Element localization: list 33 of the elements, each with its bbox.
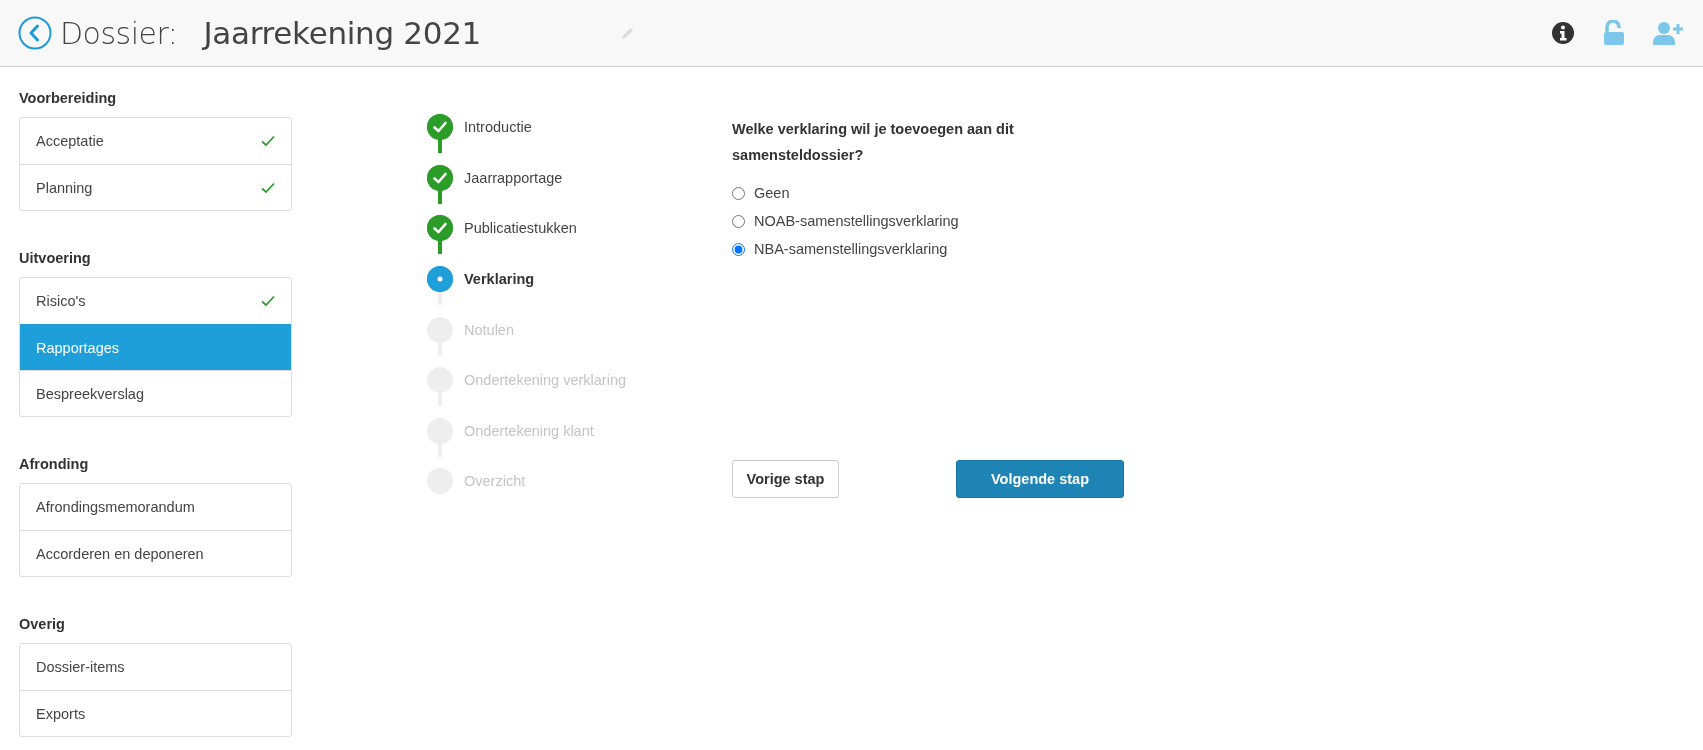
nav-item[interactable]: Exports [20,690,291,736]
nav-item[interactable]: Bespreekverslag [20,370,291,416]
step-label: Ondertekening klant [464,422,594,439]
step-label: Overzicht [464,473,526,490]
radio-option[interactable]: Geen [732,179,790,207]
radio-button[interactable] [732,186,745,200]
page-label: Dossier: [60,15,178,51]
nav-item[interactable]: Acceptatie [20,118,291,164]
step-label: Notulen [464,321,514,338]
nav-item[interactable]: Risico's [20,278,291,324]
step-label: Jaarrapportage [464,169,563,186]
step-label: Verklaring [464,271,535,288]
section-heading: Overig [19,616,66,632]
dossier-title: Jaarrekening 2021 [203,15,482,51]
nav-item[interactable]: Planning [20,164,291,210]
section-heading: Afronding [19,456,90,472]
section-heading: Uitvoering [19,250,92,266]
radio-option[interactable]: NOAB-samenstellingsverklaring [732,207,959,235]
step-label: Ondertekening verklaring [464,372,626,389]
question-text: Welke verklaring wil je toevoegen aan dit samensteldossier? [732,120,1015,165]
radio-button[interactable] [732,214,745,228]
nav-item[interactable]: Dossier-items [20,644,291,690]
nav-item[interactable]: Accorderen en deponeren [20,530,291,576]
step-label: Publicatiestukken [464,220,577,237]
back-icon[interactable] [18,16,52,50]
radio-button[interactable] [732,242,745,256]
section-heading: Voorbereiding [19,90,118,106]
next-step-button[interactable]: Volgende stap [956,460,1124,498]
step-label: Introductie [464,119,532,136]
info-icon[interactable] [1551,21,1575,45]
radio-option[interactable]: NBA-samenstellingsverklaring [732,235,948,263]
previous-step-button[interactable]: Vorige stap [732,460,839,498]
nav-item[interactable]: Afrondingsmemorandum [20,484,291,530]
